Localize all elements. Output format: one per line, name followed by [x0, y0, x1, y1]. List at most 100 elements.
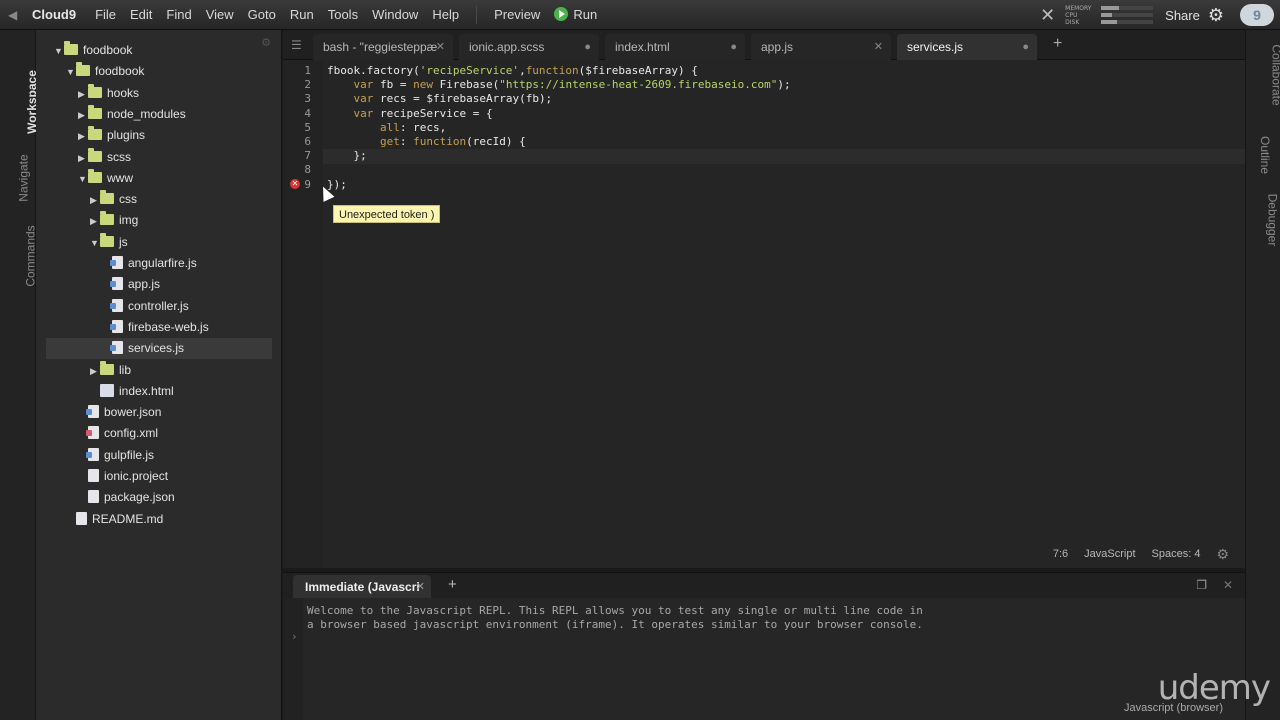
menu-window[interactable]: Window: [365, 7, 425, 22]
menu-tools[interactable]: Tools: [321, 7, 365, 22]
tab-ionic-app-scss[interactable]: ionic.app.scss ●: [459, 34, 599, 60]
menu-file[interactable]: File: [88, 7, 123, 22]
tree-file[interactable]: bower.json: [78, 402, 161, 423]
tree-file[interactable]: controller.js: [102, 296, 189, 317]
tree-folder[interactable]: ▶ lib: [90, 360, 131, 381]
tree-file[interactable]: angularfire.js: [102, 253, 197, 274]
tab-services-js[interactable]: services.js ●: [897, 34, 1037, 60]
expanded-arrow-icon[interactable]: ▼: [78, 169, 88, 190]
tree-file[interactable]: app.js: [102, 274, 160, 295]
unsaved-dot-icon[interactable]: ●: [730, 34, 737, 60]
tree-file[interactable]: firebase-web.js: [102, 317, 209, 338]
tree-folder[interactable]: ▼ www: [78, 168, 133, 189]
tree-file[interactable]: package.json: [78, 487, 175, 508]
expanded-arrow-icon[interactable]: ▼: [90, 233, 100, 254]
tree-file[interactable]: index.html: [90, 381, 174, 402]
cursor-position[interactable]: 7:6: [1053, 548, 1068, 560]
js-file-icon: [110, 341, 123, 355]
tree-folder[interactable]: ▼ foodbook: [54, 40, 132, 61]
close-icon[interactable]: ✕: [874, 34, 883, 60]
tree-file[interactable]: services.js: [46, 338, 272, 360]
menu-edit[interactable]: Edit: [123, 7, 159, 22]
tree-file[interactable]: ionic.project: [78, 466, 168, 487]
tree-file[interactable]: gulpfile.js: [78, 445, 154, 466]
line-number[interactable]: 2: [304, 78, 311, 91]
tab-collaborate[interactable]: Collaborate: [1246, 32, 1280, 118]
tree-folder[interactable]: ▼ js: [90, 232, 128, 253]
js-file-icon: [110, 298, 123, 312]
line-number[interactable]: 1: [304, 64, 311, 77]
tab-debugger[interactable]: Debugger: [1246, 180, 1280, 260]
restore-panel-icon[interactable]: ❐: [1196, 578, 1207, 592]
collapsed-arrow-icon[interactable]: ▶: [78, 84, 88, 105]
add-tab-icon[interactable]: +: [1053, 35, 1062, 53]
tree-file[interactable]: README.md: [66, 509, 163, 530]
collapsed-arrow-icon[interactable]: ▶: [90, 361, 100, 382]
menu-bar: ◀ Cloud9 File Edit Find View Goto Run To…: [0, 0, 1280, 30]
tab-app-js[interactable]: app.js ✕: [751, 34, 891, 60]
cloud9-cloud-icon[interactable]: 9: [1240, 4, 1274, 26]
tree-folder[interactable]: ▶ scss: [78, 147, 131, 168]
close-icon[interactable]: ✕: [416, 575, 425, 599]
active-line-highlight: [323, 149, 1245, 164]
collapse-arrow-icon[interactable]: ◀: [8, 8, 22, 22]
tree-file[interactable]: config.xml: [78, 423, 158, 444]
collapsed-arrow-icon[interactable]: ▶: [78, 148, 88, 169]
line-number[interactable]: 7: [304, 149, 311, 162]
cpu-bar-fill: [1101, 13, 1112, 17]
code-line: fbook.factory('recipeService',function($…: [327, 64, 698, 77]
line-number[interactable]: 4: [304, 107, 311, 120]
repl-console[interactable]: › Welcome to the Javascript REPL. This R…: [283, 598, 1245, 720]
line-number[interactable]: 9: [304, 178, 311, 191]
close-icon[interactable]: ✕: [436, 34, 445, 60]
gear-icon[interactable]: ⚙: [1216, 546, 1229, 563]
tab-commands[interactable]: Commands: [0, 216, 38, 296]
tree-folder[interactable]: ▶ hooks: [78, 83, 139, 104]
indent-setting[interactable]: Spaces: 4: [1152, 548, 1201, 560]
tab-list-icon[interactable]: ☰: [291, 38, 302, 52]
collapsed-arrow-icon[interactable]: ▶: [78, 105, 88, 126]
tree-settings-icon[interactable]: ⚙: [261, 36, 271, 49]
line-number[interactable]: 6: [304, 135, 311, 148]
tab-navigate[interactable]: Navigate: [0, 138, 36, 218]
unsaved-dot-icon[interactable]: ●: [584, 34, 591, 60]
line-number[interactable]: 5: [304, 121, 311, 134]
menu-view[interactable]: View: [199, 7, 241, 22]
tab-index-html[interactable]: index.html ●: [605, 34, 745, 60]
unsaved-dot-icon[interactable]: ●: [1022, 34, 1029, 60]
resource-meter[interactable]: MEMORY CPU DISK: [1065, 3, 1155, 27]
expanded-arrow-icon[interactable]: ▼: [54, 41, 64, 62]
gear-icon[interactable]: ⚙: [1208, 5, 1224, 26]
expanded-arrow-icon[interactable]: ▼: [66, 62, 76, 83]
collapsed-arrow-icon[interactable]: ▶: [90, 211, 100, 232]
tab-collaborate-label: Collaborate: [1269, 44, 1280, 106]
menu-find[interactable]: Find: [159, 7, 198, 22]
preview-button[interactable]: Preview: [487, 7, 547, 22]
tree-folder[interactable]: ▶ node_modules: [78, 104, 186, 125]
code-editor[interactable]: ✕ 123 45678 9 fbook.factory('recipeService…: [283, 60, 1245, 568]
share-button[interactable]: Share: [1165, 8, 1200, 23]
line-gutter[interactable]: ✕ 123 45678 9: [283, 60, 323, 568]
run-button[interactable]: Run: [547, 7, 604, 22]
html-file-icon: [100, 383, 114, 397]
tree-folder[interactable]: ▼ foodbook: [66, 61, 144, 82]
line-number[interactable]: 3: [304, 92, 311, 105]
tree-folder[interactable]: ▶ plugins: [78, 125, 145, 146]
close-panel-icon[interactable]: ✕: [1223, 578, 1233, 592]
syntax-mode[interactable]: JavaScript: [1084, 548, 1135, 560]
tree-folder[interactable]: ▶ img: [90, 210, 138, 231]
tab-workspace[interactable]: Workspace: [0, 62, 39, 142]
tab-immediate[interactable]: Immediate (Javascri ✕: [293, 575, 431, 599]
menu-help[interactable]: Help: [425, 7, 466, 22]
tree-folder[interactable]: ▶ css: [90, 189, 137, 210]
tab-bash[interactable]: bash - "reggiesteppæ ✕: [313, 34, 453, 60]
add-tab-icon[interactable]: +: [448, 576, 457, 593]
collapsed-arrow-icon[interactable]: ▶: [78, 126, 88, 147]
x-tools-icon[interactable]: ✕: [1040, 5, 1055, 26]
right-panel-tabs: Collaborate Outline Debugger: [1245, 30, 1280, 720]
collapsed-arrow-icon[interactable]: ▶: [90, 190, 100, 211]
menu-goto[interactable]: Goto: [241, 7, 283, 22]
line-number[interactable]: 8: [304, 163, 311, 176]
error-icon[interactable]: ✕: [290, 179, 300, 189]
menu-run[interactable]: Run: [283, 7, 321, 22]
